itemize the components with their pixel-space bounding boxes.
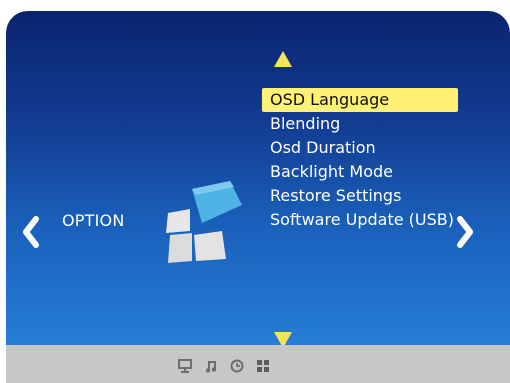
menu-item-restore-settings[interactable]: Restore Settings — [262, 184, 458, 208]
footer-bar — [6, 345, 510, 383]
menu-item-blending[interactable]: Blending — [262, 112, 458, 136]
clock-icon[interactable] — [230, 359, 244, 373]
menu-item-backlight-mode[interactable]: Backlight Mode — [262, 160, 458, 184]
chevron-right-icon[interactable] — [454, 211, 476, 253]
menu-item-osd-language[interactable]: OSD Language — [262, 88, 458, 112]
scroll-up-icon[interactable] — [274, 51, 292, 67]
monitor-icon[interactable] — [178, 359, 192, 373]
footer-tabs — [178, 359, 270, 373]
category-label: OPTION — [62, 211, 125, 230]
menu-item-software-update-usb[interactable]: Software Update (USB) — [262, 208, 458, 232]
menu-item-osd-duration[interactable]: Osd Duration — [262, 136, 458, 160]
grid-icon[interactable] — [256, 359, 270, 373]
chevron-left-icon[interactable] — [20, 211, 42, 253]
osd-menu-panel: OPTION OSD Language Blending Osd Duratio… — [6, 11, 510, 383]
option-tiles-icon — [160, 161, 250, 271]
music-note-icon[interactable] — [204, 359, 218, 373]
option-menu-list: OSD Language Blending Osd Duration Backl… — [262, 88, 458, 232]
